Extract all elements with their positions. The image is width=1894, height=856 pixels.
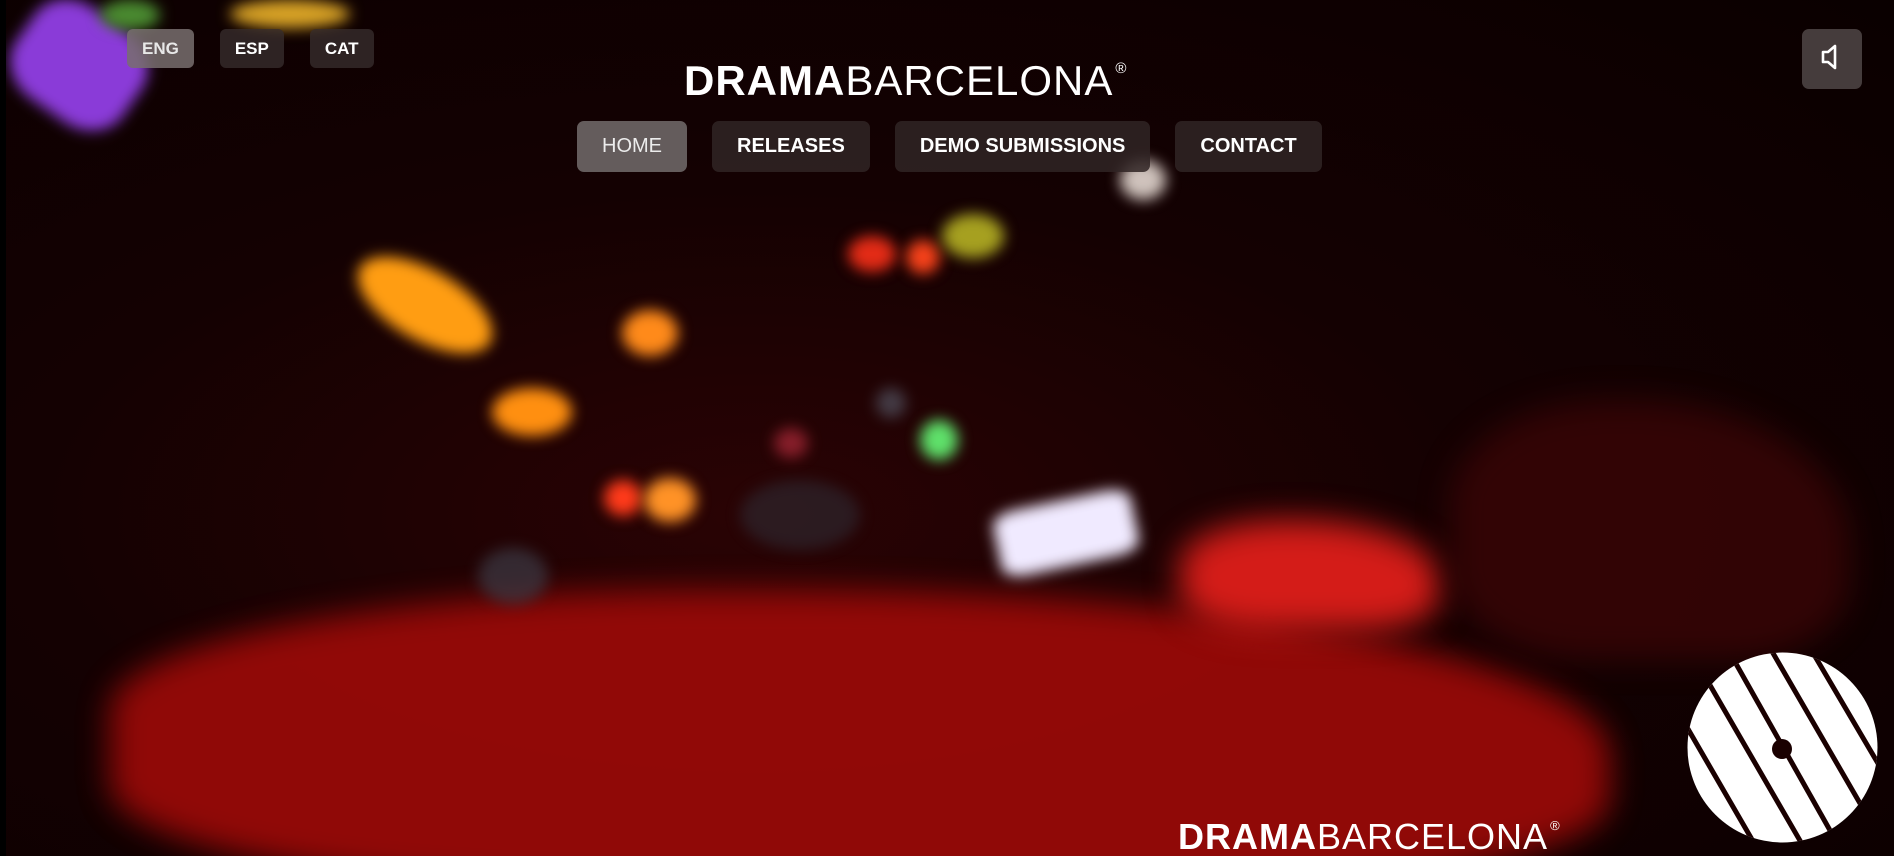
- logo-light-part: BARCELONA: [845, 57, 1114, 104]
- light-orange-3: [622, 310, 678, 356]
- light-grey-2: [740, 480, 860, 550]
- lang-button-eng[interactable]: ENG: [127, 29, 194, 68]
- registered-mark: ®: [1115, 60, 1128, 77]
- footer-logo-light-part: BARCELONA: [1316, 816, 1549, 856]
- light-red-1: [848, 236, 896, 272]
- light-olive: [942, 214, 1004, 258]
- footer-logo: DRAMABARCELONA ®: [1178, 808, 1561, 855]
- nav-demo-submissions[interactable]: DEMO SUBMISSIONS: [894, 121, 1151, 172]
- main-navigation: HOME RELEASES DEMO SUBMISSIONS CONTACT: [577, 121, 1322, 172]
- light-green: [920, 420, 958, 460]
- speaker-muted-icon: [1821, 44, 1843, 75]
- frame-left-edge: [0, 0, 6, 856]
- light-yellow-top: [230, 0, 350, 28]
- video-red-shadow: [1450, 400, 1850, 660]
- logo-bold-part: DRAMA: [684, 57, 846, 104]
- site-logo[interactable]: DRAMABARCELONA ®: [684, 48, 1127, 102]
- lang-button-cat[interactable]: CAT: [309, 29, 374, 68]
- light-pink: [774, 428, 808, 458]
- light-orange-1: [342, 237, 508, 373]
- footer-logo-bold-part: DRAMA: [1178, 816, 1317, 856]
- sound-toggle-button[interactable]: [1802, 29, 1862, 89]
- light-orange-2: [492, 388, 572, 436]
- nav-home[interactable]: HOME: [577, 121, 687, 172]
- lang-button-esp[interactable]: ESP: [219, 29, 284, 68]
- video-red-fingers: [1180, 520, 1440, 630]
- footer-registered-mark: ®: [1550, 818, 1561, 833]
- light-grey-3: [876, 388, 906, 418]
- light-white-keys: [990, 486, 1142, 580]
- light-grey-1: [478, 548, 548, 604]
- light-orange-4: [604, 480, 642, 516]
- light-orange-5: [644, 478, 696, 522]
- nav-releases[interactable]: RELEASES: [712, 121, 870, 172]
- light-red-2: [906, 240, 940, 274]
- language-switcher: ENG ESP CAT: [127, 29, 374, 68]
- light-green-top: [100, 0, 160, 30]
- nav-contact[interactable]: CONTACT: [1175, 121, 1322, 172]
- record-emblem-icon: [1686, 651, 1879, 844]
